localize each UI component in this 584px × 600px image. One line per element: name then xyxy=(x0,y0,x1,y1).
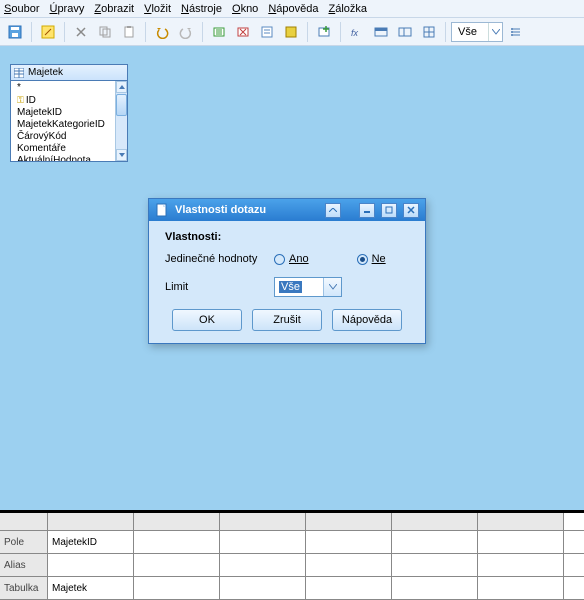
menu-bar: Soubor Úpravy Zobrazit Vložit Nástroje O… xyxy=(0,0,584,18)
paste-icon[interactable] xyxy=(118,21,140,43)
grid-cell-alias-0[interactable] xyxy=(48,554,134,576)
query-design-canvas[interactable]: Majetek * ⚿ID MajetekID MajetekKategorie… xyxy=(0,46,584,510)
scroll-thumb[interactable] xyxy=(116,94,127,116)
menu-zobrazit[interactable]: Zobrazit xyxy=(94,3,134,15)
scroll-up-icon[interactable] xyxy=(116,81,127,93)
close-button[interactable] xyxy=(403,203,419,218)
ok-button[interactable]: OK xyxy=(172,309,242,331)
query-properties-dialog: Vlastnosti dotazu Vlastnosti: Jedinečné … xyxy=(148,198,426,344)
edit-icon[interactable] xyxy=(37,21,59,43)
limit-select-value: Vše xyxy=(452,26,488,38)
help-button[interactable]: Nápověda xyxy=(332,309,402,331)
table-fields-list[interactable]: * ⚿ID MajetekID MajetekKategorieID Čárov… xyxy=(11,81,115,161)
table-scrollbar[interactable] xyxy=(115,81,127,161)
grid-label-tabulka: Tabulka xyxy=(0,577,48,599)
table-window-title: Majetek xyxy=(28,67,63,78)
dialog-title: Vlastnosti dotazu xyxy=(175,204,319,216)
cut-icon[interactable] xyxy=(70,21,92,43)
cancel-button[interactable]: Zrušit xyxy=(252,309,322,331)
grid-cell-tabulka-0[interactable]: Majetek xyxy=(48,577,134,599)
chevron-down-icon[interactable] xyxy=(488,23,502,41)
undo-icon[interactable] xyxy=(151,21,173,43)
menu-napoveda[interactable]: Nápověda xyxy=(268,3,318,15)
toolbar: fx Vše xyxy=(0,18,584,46)
grid-label-alias: Alias xyxy=(0,554,48,576)
sql-view-icon[interactable] xyxy=(280,21,302,43)
copy-icon[interactable] xyxy=(94,21,116,43)
table-icon xyxy=(14,68,24,78)
properties-icon[interactable] xyxy=(505,21,527,43)
limit-select[interactable]: Vše xyxy=(451,22,503,42)
save-icon[interactable] xyxy=(4,21,26,43)
menu-vlozit[interactable]: Vložit xyxy=(144,3,171,15)
document-icon xyxy=(155,203,169,217)
design-view-icon[interactable] xyxy=(256,21,278,43)
field-all[interactable]: * xyxy=(17,82,115,94)
dialog-heading: Vlastnosti: xyxy=(165,231,409,243)
chevron-down-icon[interactable] xyxy=(323,278,341,296)
limit-label: Limit xyxy=(165,281,260,293)
grid-label-pole: Pole xyxy=(0,531,48,553)
field-aktualnihodnota[interactable]: AktuálníHodnota xyxy=(17,155,115,161)
table-window-majetek[interactable]: Majetek * ⚿ID MajetekID MajetekKategorie… xyxy=(10,64,128,162)
field-majetekkategorie[interactable]: MajetekKategorieID xyxy=(17,119,115,131)
functions-icon[interactable]: fx xyxy=(346,21,368,43)
limit-combo[interactable]: Vše xyxy=(274,277,342,297)
grid-header-row xyxy=(0,513,584,531)
table-name-icon[interactable] xyxy=(370,21,392,43)
menu-upravy[interactable]: Úpravy xyxy=(49,3,84,15)
maximize-button[interactable] xyxy=(381,203,397,218)
rollup-button[interactable] xyxy=(325,203,341,218)
table-window-header[interactable]: Majetek xyxy=(11,65,127,81)
svg-text:fx: fx xyxy=(351,28,359,38)
dialog-titlebar[interactable]: Vlastnosti dotazu xyxy=(149,199,425,221)
menu-soubor[interactable]: Soubor xyxy=(4,3,39,15)
add-table-icon[interactable] xyxy=(313,21,335,43)
minimize-button[interactable] xyxy=(359,203,375,218)
radio-no[interactable]: Ne xyxy=(357,253,386,265)
field-id[interactable]: ⚿ID xyxy=(17,94,115,107)
alias-icon[interactable] xyxy=(394,21,416,43)
clear-query-icon[interactable] xyxy=(232,21,254,43)
key-icon: ⚿ xyxy=(17,95,24,105)
grid-row-pole: Pole MajetekID xyxy=(0,531,584,554)
scroll-down-icon[interactable] xyxy=(116,149,127,161)
run-query-icon[interactable] xyxy=(208,21,230,43)
field-majetekid[interactable]: MajetekID xyxy=(17,107,115,119)
distinct-icon[interactable] xyxy=(418,21,440,43)
query-design-grid: Pole MajetekID Alias Tabulka Majetek xyxy=(0,510,584,600)
limit-combo-value[interactable]: Vše xyxy=(275,278,323,296)
grid-cell-pole-0[interactable]: MajetekID xyxy=(48,531,134,553)
field-carovykod[interactable]: ČárovýKód xyxy=(17,131,115,143)
menu-zalozka[interactable]: Záložka xyxy=(328,3,367,15)
redo-icon[interactable] xyxy=(175,21,197,43)
menu-nastroje[interactable]: Nástroje xyxy=(181,3,222,15)
menu-okno[interactable]: Okno xyxy=(232,3,258,15)
radio-yes[interactable]: Ano xyxy=(274,253,309,265)
unique-values-label: Jedinečné hodnoty xyxy=(165,253,260,265)
grid-row-tabulka: Tabulka Majetek xyxy=(0,577,584,600)
field-komentare[interactable]: Komentáře xyxy=(17,143,115,155)
grid-row-alias: Alias xyxy=(0,554,584,577)
